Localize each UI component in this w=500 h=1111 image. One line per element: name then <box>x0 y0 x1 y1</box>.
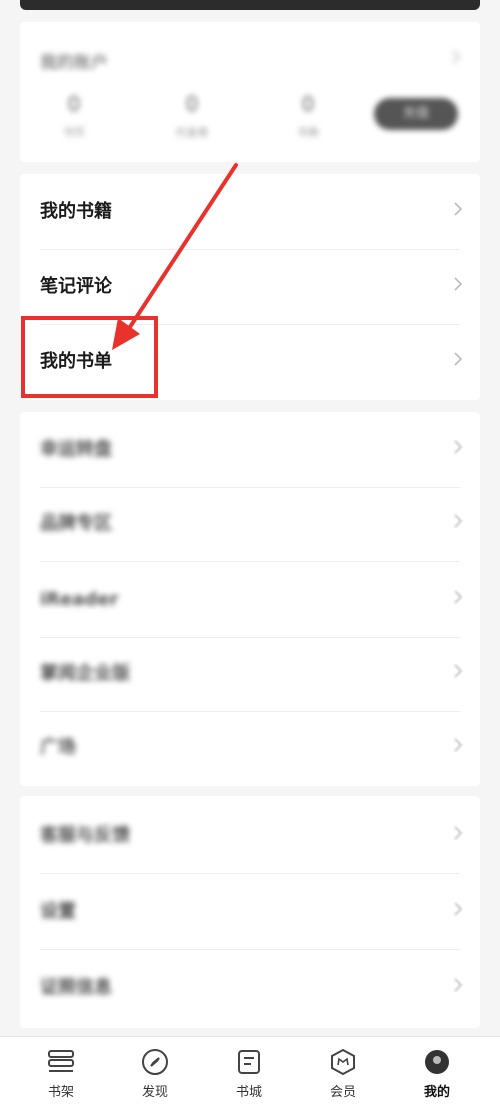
chevron-right-icon <box>454 440 462 454</box>
nav-tab-bookstore[interactable]: 书城 <box>219 1047 279 1100</box>
annotation-highlight-box <box>21 316 158 398</box>
chevron-right-icon <box>454 738 462 752</box>
menu-item-ireader[interactable]: iReader <box>20 562 480 638</box>
nav-tab-bookshelf[interactable]: 书架 <box>31 1047 91 1100</box>
chevron-right-icon <box>454 978 462 992</box>
chevron-right-icon <box>454 514 462 528</box>
avatar-icon <box>425 1050 449 1074</box>
chevron-right-icon <box>454 664 462 678</box>
chevron-right-icon <box>454 902 462 916</box>
chevron-right-icon <box>454 826 462 840</box>
vip-crown-icon <box>313 1047 373 1077</box>
menu-item-brand-zone[interactable]: 品牌专区 <box>20 486 480 562</box>
chevron-right-icon <box>454 590 462 604</box>
menu-group-settings: 客服与反馈 设置 证照信息 <box>20 796 480 1028</box>
bookstore-icon <box>219 1047 279 1077</box>
nav-tab-vip[interactable]: 会员 <box>313 1047 373 1100</box>
menu-item-enterprise[interactable]: 掌阅企业版 <box>20 636 480 712</box>
menu-item-license-info[interactable]: 证照信息 <box>20 950 480 1026</box>
menu-item-lucky-wheel[interactable]: 幸运转盘 <box>20 412 480 488</box>
menu-item-settings[interactable]: 设置 <box>20 874 480 950</box>
nav-tab-discover[interactable]: 发现 <box>125 1047 185 1100</box>
menu-item-square[interactable]: 广场 <box>20 710 480 786</box>
menu-group-features: 幸运转盘 品牌专区 iReader 掌阅企业版 广场 <box>20 412 480 786</box>
bookshelf-icon <box>31 1047 91 1077</box>
bottom-nav: 书架 发现 书城 会员 我的 <box>0 1036 500 1111</box>
menu-item-support[interactable]: 客服与反馈 <box>20 798 480 874</box>
compass-icon <box>125 1047 185 1077</box>
nav-tab-me[interactable]: 我的 <box>407 1047 467 1100</box>
